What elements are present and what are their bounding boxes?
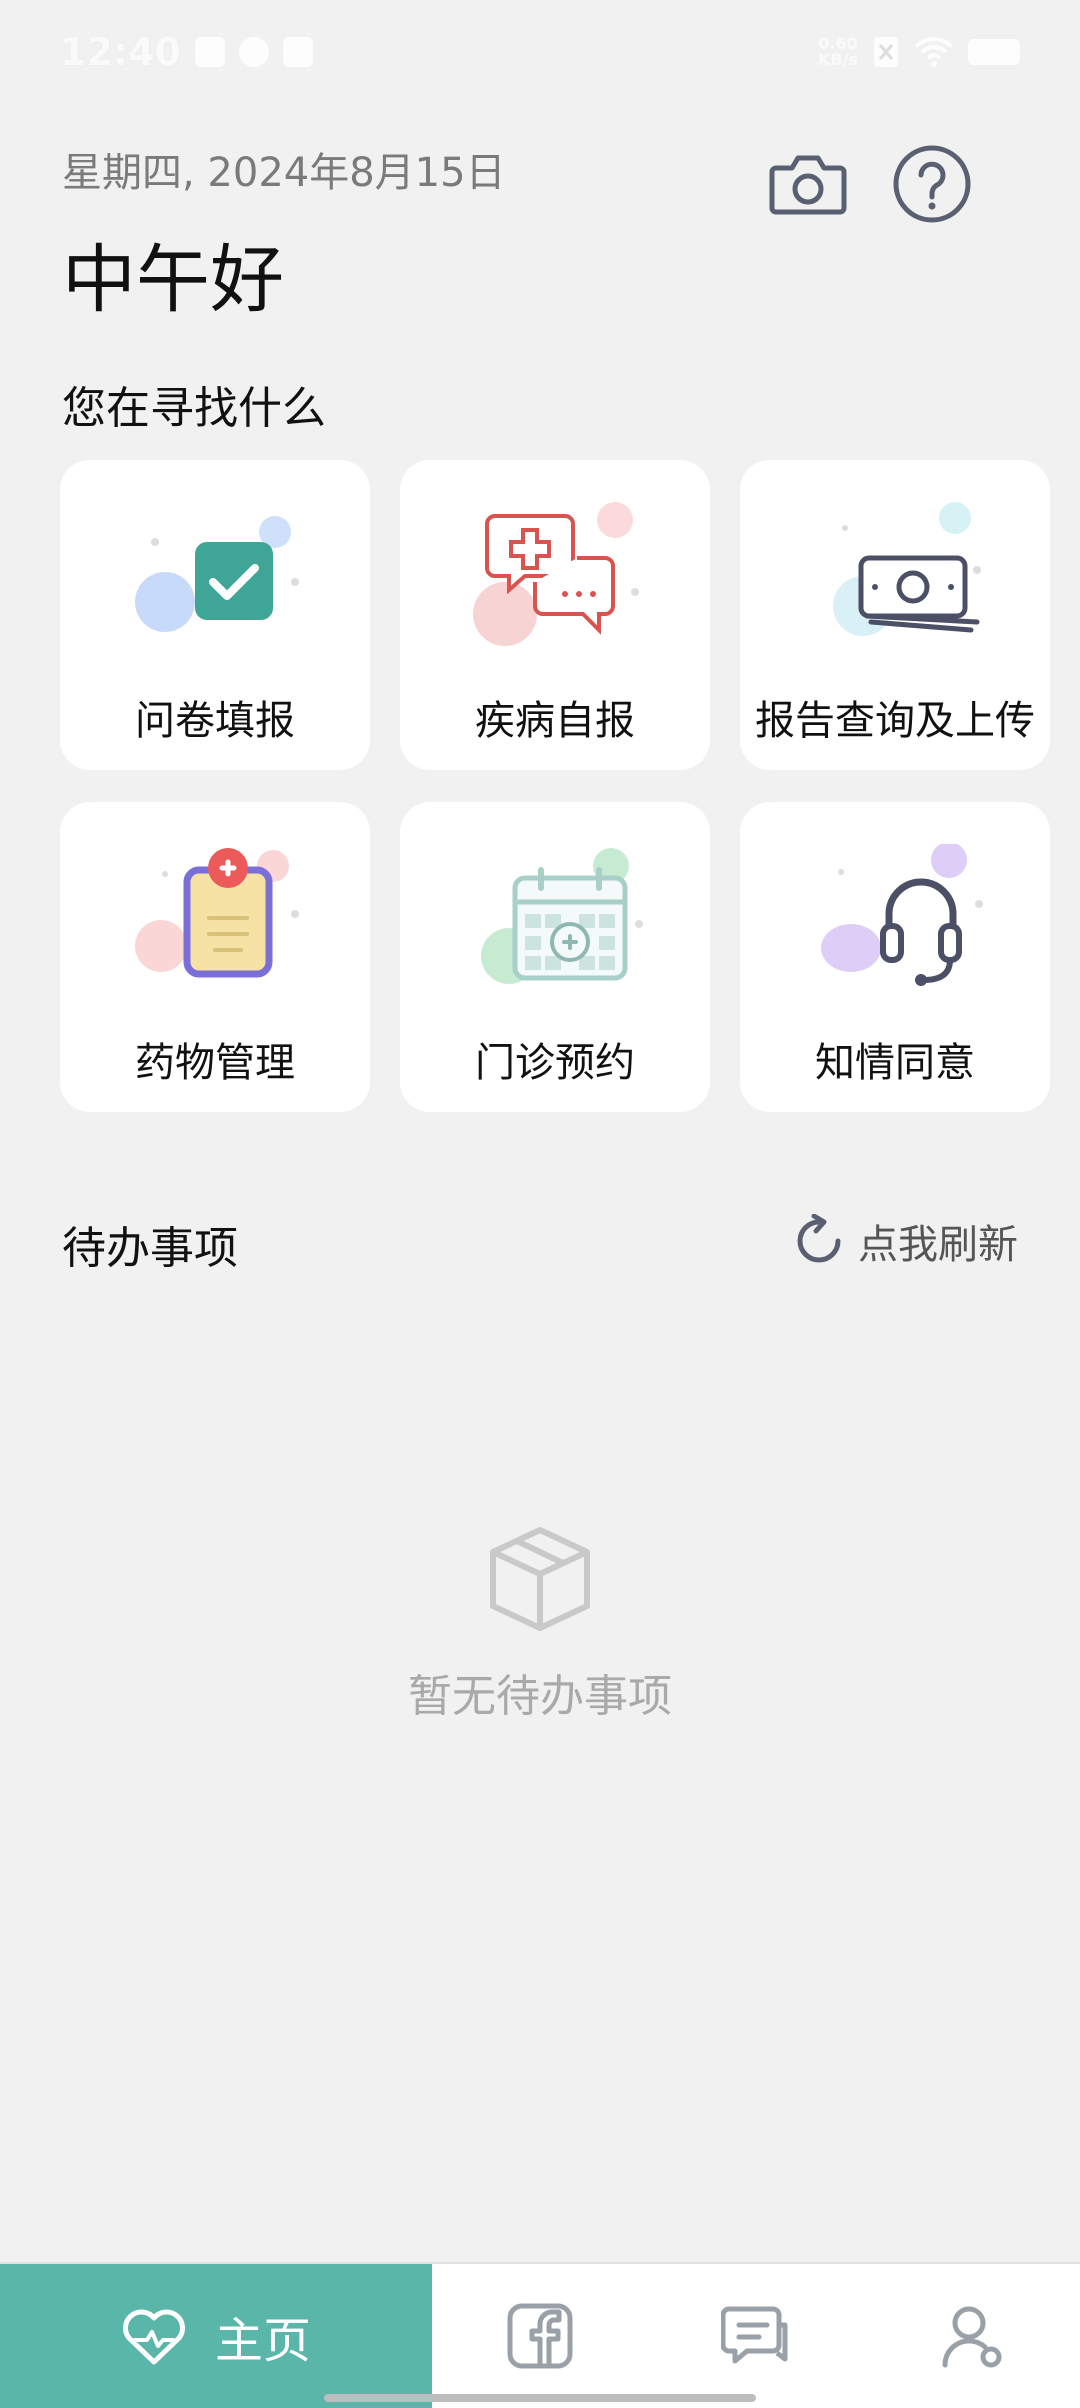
service-grid: 问卷填报 疾病自报 报告查询及上传 药物管理 门诊预约 知情同意 [60,460,1052,1112]
questionnaire-check-icon [135,516,299,632]
home-indicator [324,2394,756,2402]
chat-icon [721,2306,788,2364]
tab-profile[interactable] [864,2264,1080,2408]
date-text: 星期四, 2024年8月15日 [62,150,506,196]
headset-icon [821,844,983,986]
camera-icon[interactable] [766,142,850,226]
facebook-icon [507,2303,573,2369]
service-card-informed-consent[interactable]: 知情同意 [740,802,1050,1112]
empty-box-icon [490,1527,590,1631]
refresh-label: 点我刷新 [858,1222,1018,1268]
status-time: 12:40 [60,30,181,74]
service-card-label: 报告查询及上传 [755,698,1035,744]
service-card-questionnaire[interactable]: 问卷填报 [60,460,370,770]
network-speed: 0.60 KB/s [818,36,858,68]
header-actions [766,142,974,226]
network-speed-unit: KB/s [818,50,858,69]
todo-section-title: 待办事项 [62,1223,238,1274]
service-card-label: 知情同意 [815,1040,975,1086]
empty-state: 暂无待办事项 [0,1524,1080,1724]
battery-icon [968,39,1020,65]
refresh-icon [797,1214,841,1263]
tab-home-label: 主页 [214,2313,311,2369]
status-left: 12:40 [60,30,313,74]
service-card-label: 疾病自报 [475,698,635,744]
medicine-clipboard-icon [135,848,299,978]
find-section-title: 您在寻找什么 [62,383,326,434]
service-card-report-upload[interactable]: 报告查询及上传 [740,460,1050,770]
calendar-cross-icon [481,848,643,984]
home-heart-icon [123,2309,185,2365]
leaf-notification-icon [238,37,269,67]
service-card-disease-report[interactable]: 疾病自报 [400,460,710,770]
service-card-medication[interactable]: 药物管理 [60,802,370,1112]
status-right: 0.60 KB/s [818,35,1020,69]
empty-state-text: 暂无待办事项 [408,1671,672,1722]
refresh-button[interactable]: 点我刷新 [792,1212,1018,1270]
service-card-label: 门诊预约 [475,1040,635,1086]
service-card-appointment[interactable]: 门诊预约 [400,802,710,1112]
service-card-label: 问卷填报 [135,698,295,744]
sim-off-icon [874,37,898,67]
help-icon[interactable] [890,142,974,226]
medical-chat-icon [473,502,639,646]
profile-icon [942,2306,1002,2368]
greeting: 中午好 [62,237,284,323]
tab-facebook[interactable] [432,2264,648,2408]
header: 星期四, 2024年8月15日 中午好 [62,140,506,327]
money-stack-icon [833,502,981,636]
tab-home[interactable]: 主页 [0,2264,432,2408]
tab-messages[interactable] [648,2264,864,2408]
service-card-label: 药物管理 [135,1040,295,1086]
app-notification-icon [282,37,313,67]
status-bar: 12:40 0.60 KB/s [0,0,1080,104]
bottom-tab-bar: 主页 [0,2262,1080,2408]
wifi-icon [914,37,954,67]
message-notification-icon [194,37,225,67]
